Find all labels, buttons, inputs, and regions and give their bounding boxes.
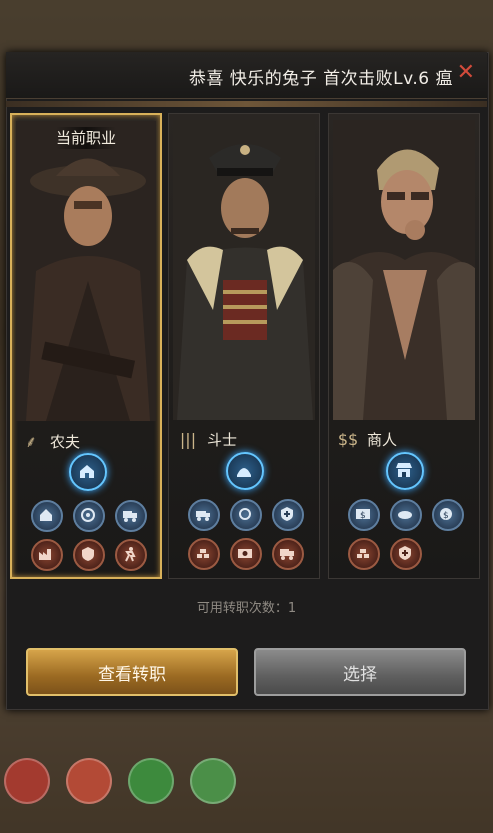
skill-row-1	[188, 499, 304, 531]
dock-button-green-icon[interactable]	[128, 758, 174, 804]
background-dock	[4, 758, 236, 804]
market-shop-icon[interactable]	[386, 452, 424, 490]
skill-row-1	[31, 500, 147, 532]
header-divider	[6, 101, 487, 107]
delivery-truck-icon[interactable]	[272, 538, 304, 570]
merchant-portrait	[333, 120, 475, 420]
cycle-arrows-icon[interactable]	[230, 499, 262, 531]
job-name: 商人	[367, 431, 398, 449]
svg-text:$: $	[443, 511, 449, 521]
farm-barn-icon[interactable]	[69, 453, 107, 491]
skill-row-2	[188, 538, 304, 570]
gold-bars-icon[interactable]	[348, 538, 380, 570]
food-shield-icon[interactable]	[73, 539, 105, 571]
bread-icon[interactable]	[390, 499, 422, 531]
factory-icon[interactable]	[31, 539, 63, 571]
armory-dome-icon[interactable]	[226, 452, 264, 490]
skill-row-2	[31, 539, 147, 571]
svg-text:$: $	[360, 511, 366, 521]
dollars-icon: $$	[337, 430, 359, 449]
job-name: 农夫	[50, 432, 81, 451]
job-title-row: ⸙ 农夫	[20, 430, 80, 452]
notification-text: 恭喜 快乐的兔子 首次击败Lv.6 瘟	[188, 69, 453, 89]
farmer-portrait: 当前职业	[16, 121, 156, 421]
trade-shield-icon[interactable]	[390, 538, 422, 570]
dock-button-map-icon[interactable]	[190, 758, 236, 804]
view-job-change-button[interactable]: 查看转职	[26, 648, 238, 696]
job-name: 斗士	[207, 431, 238, 449]
shield-plus-icon[interactable]	[272, 499, 304, 531]
skill-row-2	[348, 538, 422, 570]
bullets-icon: |||	[179, 430, 197, 449]
truck-icon[interactable]	[115, 500, 147, 532]
gold-bars-icon[interactable]	[188, 538, 220, 570]
supply-truck-icon[interactable]	[188, 499, 220, 531]
job-card-fighter[interactable]: ||| 斗士	[168, 113, 320, 579]
select-button[interactable]: 选择	[254, 648, 466, 696]
dock-button-red-icon[interactable]	[4, 758, 50, 804]
skill-row-1: $ $	[348, 499, 464, 531]
wheat-icon: ⸙	[24, 432, 37, 451]
job-card-farmer[interactable]: 当前职业 ⸙ 农夫	[10, 113, 162, 579]
cash-icon[interactable]: $	[348, 499, 380, 531]
job-card-merchant[interactable]: $$ 商人 $ $	[328, 113, 480, 579]
fighter-portrait	[173, 120, 315, 420]
job-title-row: ||| 斗士	[177, 429, 237, 450]
close-icon[interactable]: ✕	[457, 60, 475, 85]
job-title-row: $$ 商人	[337, 429, 397, 450]
dock-button-tent-icon[interactable]	[66, 758, 112, 804]
farm-house-icon[interactable]	[31, 500, 63, 532]
current-job-label: 当前职业	[55, 129, 116, 147]
available-change-count: 可用转职次数：1	[196, 601, 297, 616]
coin-plus-icon[interactable]: $	[432, 499, 464, 531]
money-bill-icon[interactable]	[230, 538, 262, 570]
gear-wheel-icon[interactable]	[73, 500, 105, 532]
running-worker-icon[interactable]	[115, 539, 147, 571]
